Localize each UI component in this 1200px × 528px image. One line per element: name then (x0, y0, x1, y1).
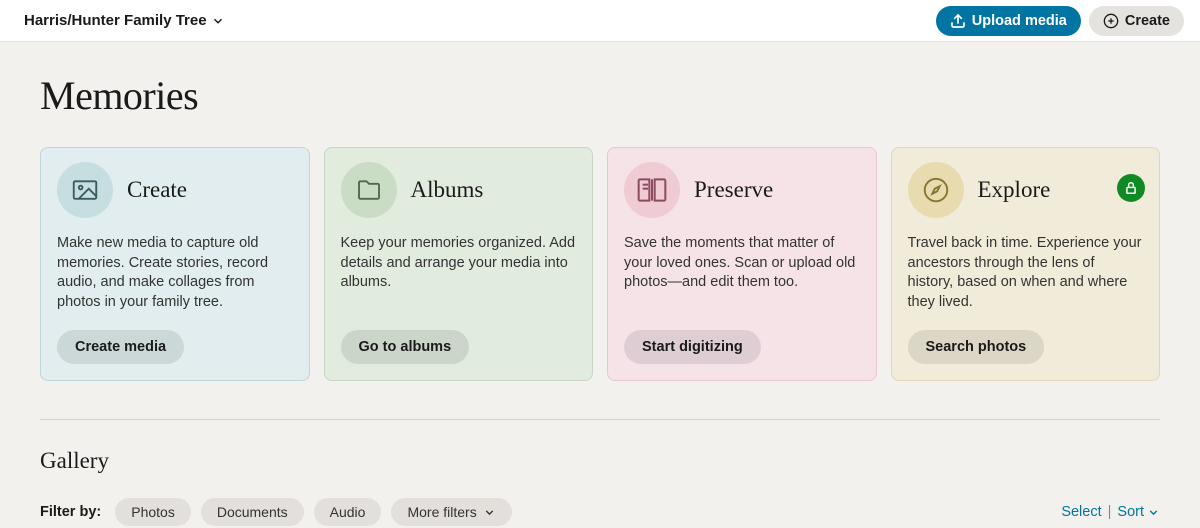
divider (40, 419, 1160, 420)
card-icon-wrap (908, 162, 964, 218)
upload-media-label: Upload media (972, 13, 1067, 29)
card-desc: Keep your memories organized. Add detail… (341, 234, 577, 312)
lock-badge (1117, 174, 1145, 202)
gallery-bar: Filter by: Photos Documents Audio More f… (40, 498, 1160, 526)
filter-label: Filter by: (40, 504, 101, 520)
search-photos-button[interactable]: Search photos (908, 330, 1045, 364)
sort-link[interactable]: Sort (1117, 504, 1160, 520)
card-desc: Save the moments that matter of your lov… (624, 234, 860, 312)
gallery-title: Gallery (40, 448, 1160, 474)
card-albums: Albums Keep your memories organized. Add… (324, 147, 594, 381)
lock-icon (1124, 181, 1138, 195)
card-head: Explore (908, 162, 1144, 218)
create-media-button[interactable]: Create media (57, 330, 184, 364)
card-title: Albums (411, 177, 484, 203)
card-head: Albums (341, 162, 577, 218)
create-label: Create (1125, 13, 1170, 29)
filter-group: Filter by: Photos Documents Audio More f… (40, 498, 512, 526)
filter-chip-more[interactable]: More filters (391, 498, 511, 526)
separator: | (1108, 504, 1112, 520)
tree-name: Harris/Hunter Family Tree (24, 12, 207, 29)
card-icon-wrap (624, 162, 680, 218)
card-head: Preserve (624, 162, 860, 218)
page-title: Memories (40, 72, 1160, 119)
topbar-actions: Upload media Create (936, 6, 1184, 36)
create-button[interactable]: Create (1089, 6, 1184, 36)
top-bar: Harris/Hunter Family Tree Upload media C… (0, 0, 1200, 42)
compass-icon (921, 175, 951, 205)
card-title: Explore (978, 177, 1051, 203)
sort-label: Sort (1117, 504, 1144, 520)
chevron-down-icon (1147, 506, 1160, 519)
card-explore: Explore Travel back in time. Experience … (891, 147, 1161, 381)
gallery-section: Gallery Filter by: Photos Documents Audi… (40, 448, 1160, 526)
card-title: Preserve (694, 177, 773, 203)
go-to-albums-button[interactable]: Go to albums (341, 330, 470, 364)
upload-icon (950, 13, 966, 29)
card-title: Create (127, 177, 187, 203)
sort-group: Select | Sort (1061, 504, 1160, 520)
upload-media-button[interactable]: Upload media (936, 6, 1081, 36)
card-create: Create Make new media to capture old mem… (40, 147, 310, 381)
chevron-down-icon (483, 506, 496, 519)
card-icon-wrap (341, 162, 397, 218)
folder-icon (354, 175, 384, 205)
image-icon (70, 175, 100, 205)
card-preserve: Preserve Save the moments that matter of… (607, 147, 877, 381)
more-filters-label: More filters (407, 504, 476, 520)
chevron-down-icon (211, 14, 225, 28)
tree-selector[interactable]: Harris/Hunter Family Tree (24, 12, 225, 29)
plus-circle-icon (1103, 13, 1119, 29)
cards-row: Create Make new media to capture old mem… (40, 147, 1160, 381)
card-icon-wrap (57, 162, 113, 218)
start-digitizing-button[interactable]: Start digitizing (624, 330, 761, 364)
select-link[interactable]: Select (1061, 504, 1101, 520)
card-head: Create (57, 162, 293, 218)
card-desc: Travel back in time. Experience your anc… (908, 234, 1144, 312)
card-desc: Make new media to capture old memories. … (57, 234, 293, 312)
content: Memories Create Make new media to captur… (0, 42, 1200, 526)
filter-chip-photos[interactable]: Photos (115, 498, 191, 526)
book-open-icon (636, 174, 668, 206)
filter-chip-documents[interactable]: Documents (201, 498, 304, 526)
filter-chip-audio[interactable]: Audio (314, 498, 382, 526)
